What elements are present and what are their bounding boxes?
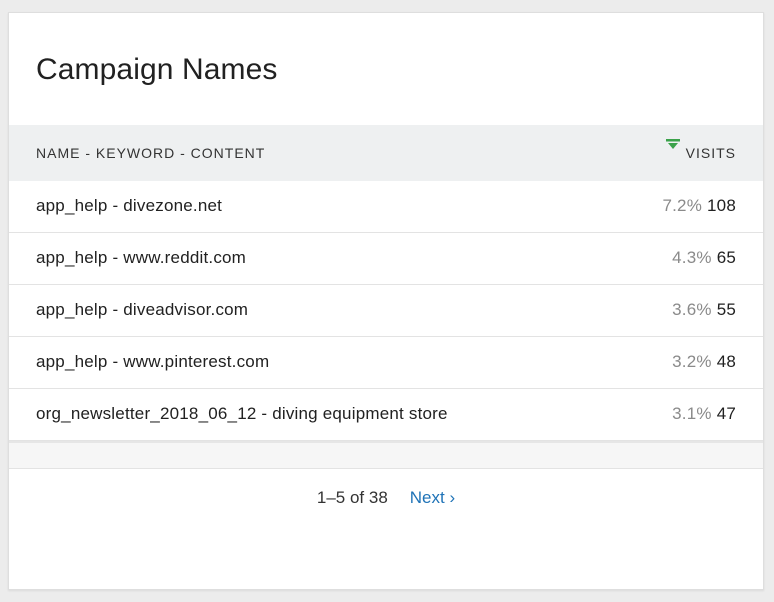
table-row[interactable]: app_help - www.pinterest.com 3.2% 48 (9, 337, 763, 389)
row-percent: 3.1% (672, 404, 712, 423)
row-name[interactable]: app_help - divezone.net (36, 196, 222, 216)
table-footer-band (9, 441, 763, 469)
pagination: 1–5 of 38 Next › (9, 488, 763, 508)
row-metric: 3.1% 47 (672, 404, 736, 424)
row-percent: 4.3% (672, 248, 712, 267)
row-name[interactable]: app_help - www.reddit.com (36, 248, 246, 268)
sort-descending-icon[interactable] (665, 139, 680, 155)
row-metric: 3.2% 48 (672, 352, 736, 372)
column-header-visits[interactable]: VISITS (665, 139, 736, 161)
table-row[interactable]: app_help - divezone.net 7.2% 108 (9, 181, 763, 233)
row-visits: 65 (716, 248, 736, 267)
table-header: NAME - KEYWORD - CONTENT VISITS (9, 125, 763, 181)
pagination-range: 1–5 of 38 (316, 488, 388, 507)
campaign-names-card: Campaign Names NAME - KEYWORD - CONTENT … (8, 12, 764, 590)
row-name[interactable]: app_help - diveadvisor.com (36, 300, 248, 320)
column-header-name: NAME - KEYWORD - CONTENT (36, 145, 266, 161)
next-page-link[interactable]: Next › (410, 488, 455, 507)
row-percent: 3.2% (672, 352, 712, 371)
row-percent: 7.2% (662, 196, 703, 215)
table-row[interactable]: org_newsletter_2018_06_12 - diving equip… (9, 389, 763, 441)
card-title: Campaign Names (36, 53, 278, 86)
row-visits: 108 (707, 196, 736, 215)
row-name[interactable]: org_newsletter_2018_06_12 - diving equip… (36, 404, 448, 424)
row-visits: 47 (716, 404, 736, 423)
table-row[interactable]: app_help - diveadvisor.com 3.6% 55 (9, 285, 763, 337)
column-header-visits-label[interactable]: VISITS (686, 145, 736, 161)
table-row[interactable]: app_help - www.reddit.com 4.3% 65 (9, 233, 763, 285)
row-metric: 4.3% 65 (672, 248, 736, 268)
row-name[interactable]: app_help - www.pinterest.com (36, 352, 269, 372)
row-percent: 3.6% (672, 300, 712, 319)
row-metric: 7.2% 108 (662, 196, 736, 216)
row-visits: 55 (716, 300, 736, 319)
row-metric: 3.6% 55 (672, 300, 736, 320)
row-visits: 48 (716, 352, 736, 371)
